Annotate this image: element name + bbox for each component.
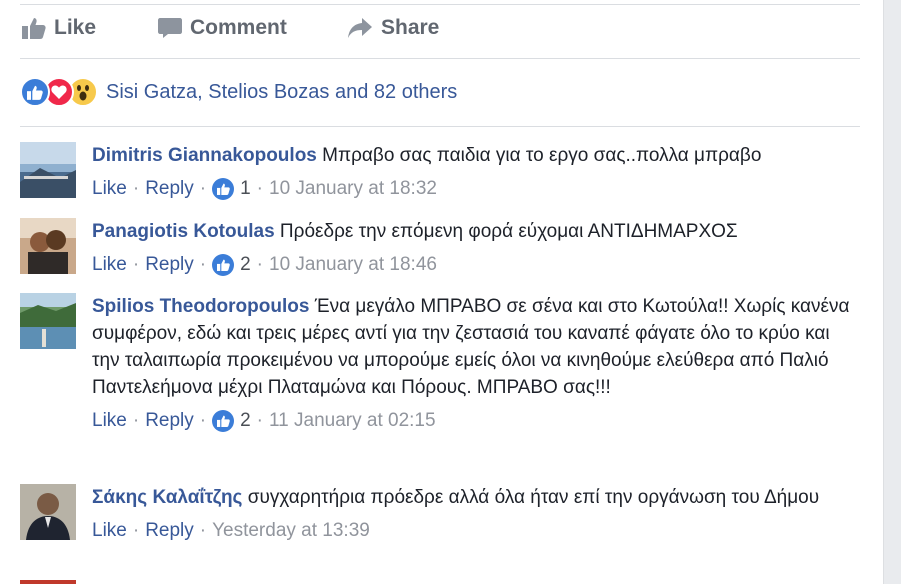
- like-reaction-icon: [212, 177, 235, 200]
- like-reaction-icon: [212, 409, 235, 432]
- like-action-button[interactable]: Like: [22, 16, 96, 40]
- page-background-rail: [884, 0, 901, 584]
- comment-meta: Like · Reply · 2 · 11 January at 02:15: [92, 407, 860, 434]
- comment-like-link[interactable]: Like: [92, 175, 127, 202]
- meta-separator: ·: [256, 410, 263, 431]
- reactors-summary-link[interactable]: Sisi Gatza, Stelios Bozas and 82 others: [106, 81, 457, 104]
- like-action-label: Like: [54, 16, 97, 39]
- comment-like-link[interactable]: Like: [92, 517, 127, 544]
- comment-reply-link[interactable]: Reply: [145, 175, 194, 202]
- like-reaction-icon: [20, 77, 50, 107]
- comment-like-count[interactable]: 2: [212, 407, 251, 434]
- comment-like-link[interactable]: Like: [92, 407, 127, 434]
- comment-like-count[interactable]: 1: [212, 175, 251, 202]
- comment-timestamp[interactable]: 10 January at 18:32: [269, 175, 437, 202]
- top-divider: [20, 4, 860, 5]
- avatar[interactable]: [20, 484, 76, 540]
- meta-separator: ·: [132, 520, 140, 541]
- speech-bubble-icon: [158, 17, 182, 39]
- comment-author-link[interactable]: Spilios Theodoropoulos: [92, 296, 309, 317]
- avatar[interactable]: [20, 293, 76, 349]
- meta-separator: ·: [132, 178, 140, 199]
- comment-like-link[interactable]: Like: [92, 251, 127, 278]
- comment-reply-link[interactable]: Reply: [145, 517, 194, 544]
- reactions-divider: [20, 126, 860, 127]
- comment-body: Spilios Theodoropoulos Ένα μεγάλο ΜΠΡΑΒΟ…: [92, 293, 860, 434]
- like-count-value: 1: [240, 178, 251, 199]
- comment-text: Πρόεδρε την επόμενη φορά εύχομαι ΑΝΤΙΔΗΜ…: [279, 221, 738, 242]
- comment-timestamp[interactable]: 11 January at 02:15: [269, 407, 436, 434]
- like-count-value: 2: [240, 410, 251, 431]
- meta-separator: ·: [132, 254, 140, 275]
- meta-separator: ·: [256, 254, 263, 275]
- comment-body: Panagiotis Kotoulas Πρόεδρε την επόμενη …: [92, 218, 860, 278]
- like-reaction-icon: [212, 253, 235, 276]
- comment-body: Dimitris Giannakopoulos Μπραβο σας παιδι…: [92, 142, 860, 202]
- comment-meta: Like · Reply · 2 · 10 January at 18:46: [92, 251, 860, 278]
- share-arrow-icon: [347, 17, 373, 39]
- comment-text: Μπραβο σας παιδια για το εργο σας..πολλα…: [322, 145, 762, 166]
- comment-action-label: Comment: [190, 16, 287, 39]
- meta-separator: ·: [199, 254, 207, 275]
- comment-timestamp[interactable]: 10 January at 18:46: [269, 251, 437, 278]
- comment-meta: Like · Reply · Yesterday at 13:39: [92, 517, 860, 544]
- comment-like-count[interactable]: 2: [212, 251, 251, 278]
- comment-author-link[interactable]: Dimitris Giannakopoulos: [92, 145, 317, 166]
- comment-reply-link[interactable]: Reply: [145, 407, 194, 434]
- post-card: Like Comment Share Sisi Gatza, Stelios B…: [0, 0, 884, 584]
- meta-separator: ·: [256, 178, 263, 199]
- comment-reply-link[interactable]: Reply: [145, 251, 194, 278]
- next-comment-avatar: [20, 580, 76, 584]
- comment-timestamp[interactable]: Yesterday at 13:39: [212, 517, 370, 544]
- comment-action-button[interactable]: Comment: [158, 16, 287, 40]
- comment-text: συγχαρητήρια πρόεδρε αλλά όλα ήταν επί τ…: [247, 487, 820, 508]
- meta-separator: ·: [199, 410, 207, 431]
- meta-separator: ·: [199, 520, 207, 541]
- actions-divider: [20, 58, 860, 59]
- reactions-summary[interactable]: Sisi Gatza, Stelios Bozas and 82 others: [20, 75, 457, 109]
- share-action-button[interactable]: Share: [347, 16, 439, 40]
- share-action-label: Share: [381, 16, 440, 39]
- comment-author-link[interactable]: Panagiotis Kotoulas: [92, 221, 275, 242]
- thumbs-up-icon: [22, 17, 46, 39]
- meta-separator: ·: [132, 410, 140, 431]
- comment-body: Σάκης Καλαΐτζης συγχαρητήρια πρόεδρε αλλ…: [92, 484, 860, 544]
- meta-separator: ·: [199, 178, 207, 199]
- like-count-value: 2: [240, 254, 251, 275]
- avatar[interactable]: [20, 218, 76, 274]
- avatar[interactable]: [20, 142, 76, 198]
- post-action-bar: Like Comment Share: [0, 8, 883, 48]
- comment-meta: Like · Reply · 1 · 10 January at 18:32: [92, 175, 860, 202]
- comment-author-link[interactable]: Σάκης Καλαΐτζης: [92, 487, 242, 508]
